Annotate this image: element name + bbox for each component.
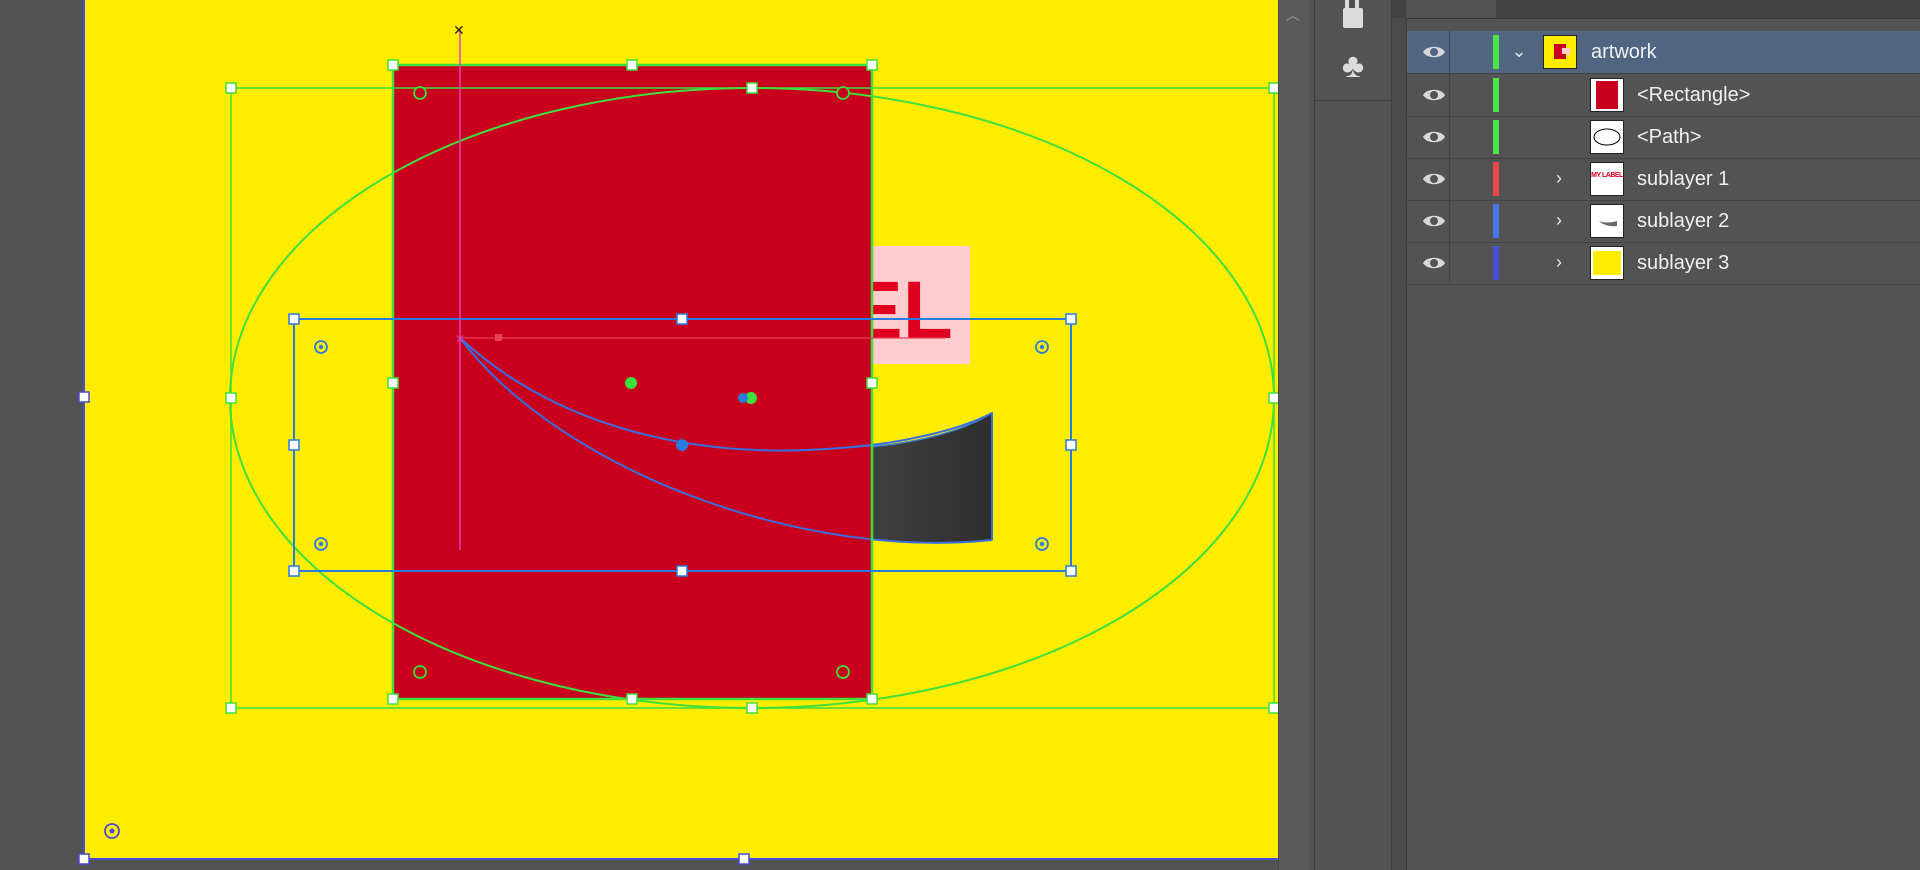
layer-color-bar bbox=[1493, 78, 1499, 112]
chevron-right-icon[interactable]: › bbox=[1549, 252, 1569, 272]
layer-name: sublayer 1 bbox=[1637, 168, 1730, 190]
panel-tab-bar bbox=[1392, 0, 1920, 19]
layer-row-path[interactable]: <Path> bbox=[1407, 116, 1920, 159]
scroll-up-icon[interactable]: ︿ bbox=[1282, 4, 1304, 26]
layer-thumbnail-sublayer-1: MY LABEL bbox=[1590, 162, 1624, 196]
visibility-separator bbox=[1449, 31, 1450, 73]
chevron-right-icon[interactable]: › bbox=[1549, 168, 1569, 188]
visibility-separator bbox=[1449, 242, 1450, 284]
canvas-area[interactable]: EL ✕ ✕ bbox=[0, 0, 1278, 870]
layer-name: <Path> bbox=[1637, 126, 1702, 148]
panel-gutter bbox=[1392, 18, 1407, 870]
layer-thumbnail-sublayer-3 bbox=[1590, 246, 1624, 280]
layers-tab[interactable] bbox=[1406, 0, 1496, 18]
layers-panel: ⌄ artwork <Rectangle> <Path> › MY LABEL … bbox=[1392, 0, 1920, 870]
visibility-separator bbox=[1449, 116, 1450, 158]
layer-name: <Rectangle> bbox=[1637, 84, 1751, 106]
layer-row-sublayer-2[interactable]: › sublayer 2 bbox=[1407, 200, 1920, 243]
layer-row-rectangle[interactable]: <Rectangle> bbox=[1407, 74, 1920, 117]
layer-thumbnail-path bbox=[1590, 120, 1624, 154]
layer-name: artwork bbox=[1591, 41, 1657, 63]
tool-strip: ♣ bbox=[1314, 0, 1392, 870]
layer-row-artwork[interactable]: ⌄ artwork bbox=[1407, 31, 1920, 74]
eye-icon[interactable] bbox=[1421, 208, 1447, 234]
layer-color-bar bbox=[1493, 120, 1499, 154]
brush-pot-icon[interactable] bbox=[1335, 0, 1371, 34]
layer-thumbnail-artwork bbox=[1543, 35, 1577, 69]
canvas-vertical-scrollbar[interactable] bbox=[1278, 0, 1309, 870]
visibility-separator bbox=[1449, 74, 1450, 116]
guide-anchor-x-icon: ✕ bbox=[455, 332, 465, 346]
layer-color-bar bbox=[1493, 204, 1499, 238]
club-icon[interactable]: ♣ bbox=[1335, 48, 1371, 84]
layer-color-bar bbox=[1493, 162, 1499, 196]
chevron-right-icon[interactable]: › bbox=[1549, 210, 1569, 230]
chevron-down-icon[interactable]: ⌄ bbox=[1509, 41, 1529, 61]
layer-thumbnail-rectangle bbox=[1590, 78, 1624, 112]
thumbnail-label-text: MY LABEL bbox=[1591, 172, 1623, 179]
guide-handle[interactable] bbox=[495, 334, 502, 341]
blue-point-right bbox=[738, 393, 748, 403]
tool-strip-divider bbox=[1315, 100, 1391, 101]
eye-icon[interactable] bbox=[1421, 250, 1447, 276]
layer-row-sublayer-3[interactable]: › sublayer 3 bbox=[1407, 242, 1920, 285]
eye-icon[interactable] bbox=[1421, 39, 1447, 65]
layer-color-bar bbox=[1493, 35, 1499, 69]
layer-row-sublayer-1[interactable]: › MY LABEL sublayer 1 bbox=[1407, 158, 1920, 201]
guide-origin-x-icon: ✕ bbox=[453, 22, 465, 38]
green-center-point bbox=[625, 377, 637, 389]
artwork-canvas[interactable]: EL ✕ ✕ bbox=[0, 0, 1278, 870]
visibility-separator bbox=[1449, 200, 1450, 242]
eye-icon[interactable] bbox=[1421, 166, 1447, 192]
layer-thumbnail-sublayer-2 bbox=[1590, 204, 1624, 238]
layer-name: sublayer 2 bbox=[1637, 210, 1730, 232]
layer-name: sublayer 3 bbox=[1637, 252, 1730, 274]
blue-center-point bbox=[676, 439, 688, 451]
eye-icon[interactable] bbox=[1421, 82, 1447, 108]
artboard-corner-dot bbox=[109, 828, 115, 834]
layer-color-bar bbox=[1493, 246, 1499, 280]
visibility-separator bbox=[1449, 158, 1450, 200]
eye-icon[interactable] bbox=[1421, 124, 1447, 150]
